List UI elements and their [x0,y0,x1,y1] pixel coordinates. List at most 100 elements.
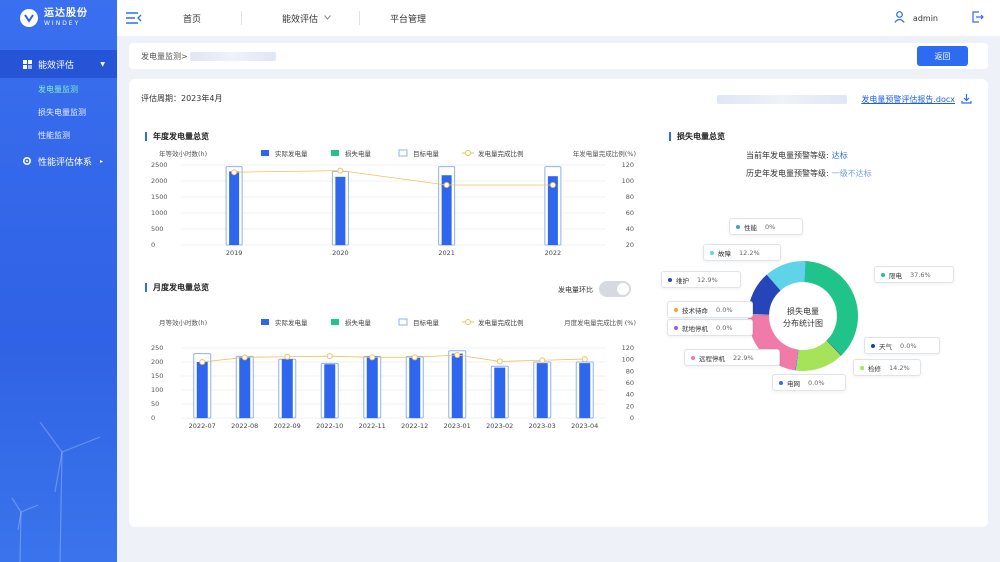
callout-dot [668,277,672,282]
ratio-point [241,354,248,361]
callout-percent: 0.0% [716,305,733,314]
donut-center-label: 损失电量 [787,306,819,316]
y-tick-label: 2000 [151,177,168,185]
redacted-block [717,95,848,104]
y-tick-label: 50 [151,400,159,408]
sidebar-item-performance-monitor[interactable]: 性能监测 [0,124,117,147]
nav-divider [359,11,361,25]
ratio-line [234,170,553,186]
ratio-point [549,182,556,188]
legend-label: 目标电量 [413,149,440,158]
callout-percent: 0.0% [900,341,917,350]
y-tick-label: 200 [151,358,163,366]
callout-percent: 0.0% [808,378,825,387]
sidebar-item-generation-monitor[interactable]: 发电量监测 [0,78,117,101]
ratio-point [454,352,461,358]
current-warning-label: 当前年发电量预警等级: [746,151,829,160]
x-tick-label: 2022-08 [231,422,258,430]
legend-item: 损失电量 [331,318,372,327]
history-warning-value: 一级不达标 [831,169,872,178]
user-icon[interactable] [894,11,905,25]
legend-swatch-loss [331,150,339,156]
actual-bar [335,176,346,245]
actual-bar [451,353,463,418]
callout-percent: 0.0% [716,323,733,332]
callout-percent: 12.9% [697,275,718,284]
legend-label: 发电量完成比例 [478,149,524,158]
mom-toggle-switch[interactable] [599,281,631,297]
y2-tick-label: 20 [626,241,634,249]
actual-bar [239,356,251,418]
legend-item: 发电量完成比例 [462,318,524,327]
menu-collapse-icon[interactable] [125,9,143,27]
sidebar-group-label: 能效评估 [38,60,75,71]
callout-name: 故障 [718,249,731,258]
legend-label: 损失电量 [345,149,372,158]
x-tick-label: 2022 [545,249,562,257]
callout-dot [736,224,740,229]
sidebar-group-efficiency[interactable]: 能效评估 ▼ [0,50,117,78]
callout-name: 天气 [879,342,892,351]
loss-callout: 远程停机 22.9% [684,349,780,366]
actual-bar [281,359,293,418]
callout-name: 远程停机 [699,354,725,363]
callout-dot [860,365,864,370]
loss-callout: 检修 14.2% [853,359,921,376]
legend-label: 实际发电量 [275,318,308,327]
brand-name-cn: 运达股份 [44,8,88,19]
y2-tick-label: 40 [626,391,634,399]
actual-bar [324,364,336,418]
mom-toggle-label: 发电量环比 [558,286,593,294]
y2-tick-label: 120 [622,344,634,352]
username[interactable]: admin [913,14,938,23]
report-filename[interactable]: 发电量预警评估报告.docx [861,94,955,105]
x-tick-label: 2022-10 [316,422,343,430]
main-card: 评估周期：2023年4月 发电量预警评估报告.docx 年度发电量总览 年等效小… [129,79,988,527]
ratio-line [202,354,585,363]
nav-platform[interactable]: 平台管理 [390,0,426,36]
sidebar-group-performance-system[interactable]: 性能评估体系 ▸ [0,147,117,175]
x-tick-label: 2022-09 [274,422,301,430]
y2-tick-label: 20 [626,402,634,410]
ratio-point [496,358,503,365]
report-link[interactable]: 发电量预警评估报告.docx [717,93,972,106]
loss-callout: 限电 37.6% [874,266,954,283]
callout-name: 就地停机 [682,324,708,333]
breadcrumb-text[interactable]: 发电量监测> [141,51,188,62]
back-button[interactable]: 返回 [917,46,968,66]
ratio-point [326,353,333,360]
actual-bar [409,357,421,418]
nav-home[interactable]: 首页 [183,0,201,36]
y-tick-label: 250 [151,344,163,352]
callout-name: 电网 [787,379,800,388]
download-icon[interactable] [961,93,972,106]
y-tick-label: 2500 [151,161,168,169]
loss-callout: 电网 0.0% [772,374,846,391]
loss-callout: 技术待命 0.0% [667,301,753,318]
callout-dot [674,307,678,312]
x-tick-label: 2020 [332,249,349,257]
y2-tick-label: 0 [630,414,634,422]
actual-bar [579,363,591,418]
x-tick-label: 2023-03 [529,422,556,430]
nav-efficiency[interactable]: 能效评估 [282,0,331,36]
sidebar-item-loss-monitor[interactable]: 损失电量监测 [0,101,117,124]
y2-tick-label: 80 [626,193,634,201]
logout-icon[interactable] [972,11,984,25]
donut-center-label: 分布统计图 [783,318,823,328]
x-tick-label: 2022-12 [401,422,428,430]
callout-dot [779,380,783,385]
callout-name: 维护 [676,276,689,285]
y-axis-label: 月等效小时数(h) [159,318,207,327]
y-tick-label: 1000 [151,209,168,217]
redacted-block [189,51,276,61]
callout-dot [710,250,714,255]
nav-efficiency-label: 能效评估 [282,14,319,25]
y2-tick-label: 100 [622,356,634,364]
x-tick-label: 2021 [438,249,455,257]
y2-tick-label: 40 [626,225,634,233]
callout-percent: 0% [765,222,776,231]
legend-item: 发电量完成比例 [462,149,524,158]
caret-right-icon: ▸ [100,157,104,165]
ratio-point [337,167,344,174]
